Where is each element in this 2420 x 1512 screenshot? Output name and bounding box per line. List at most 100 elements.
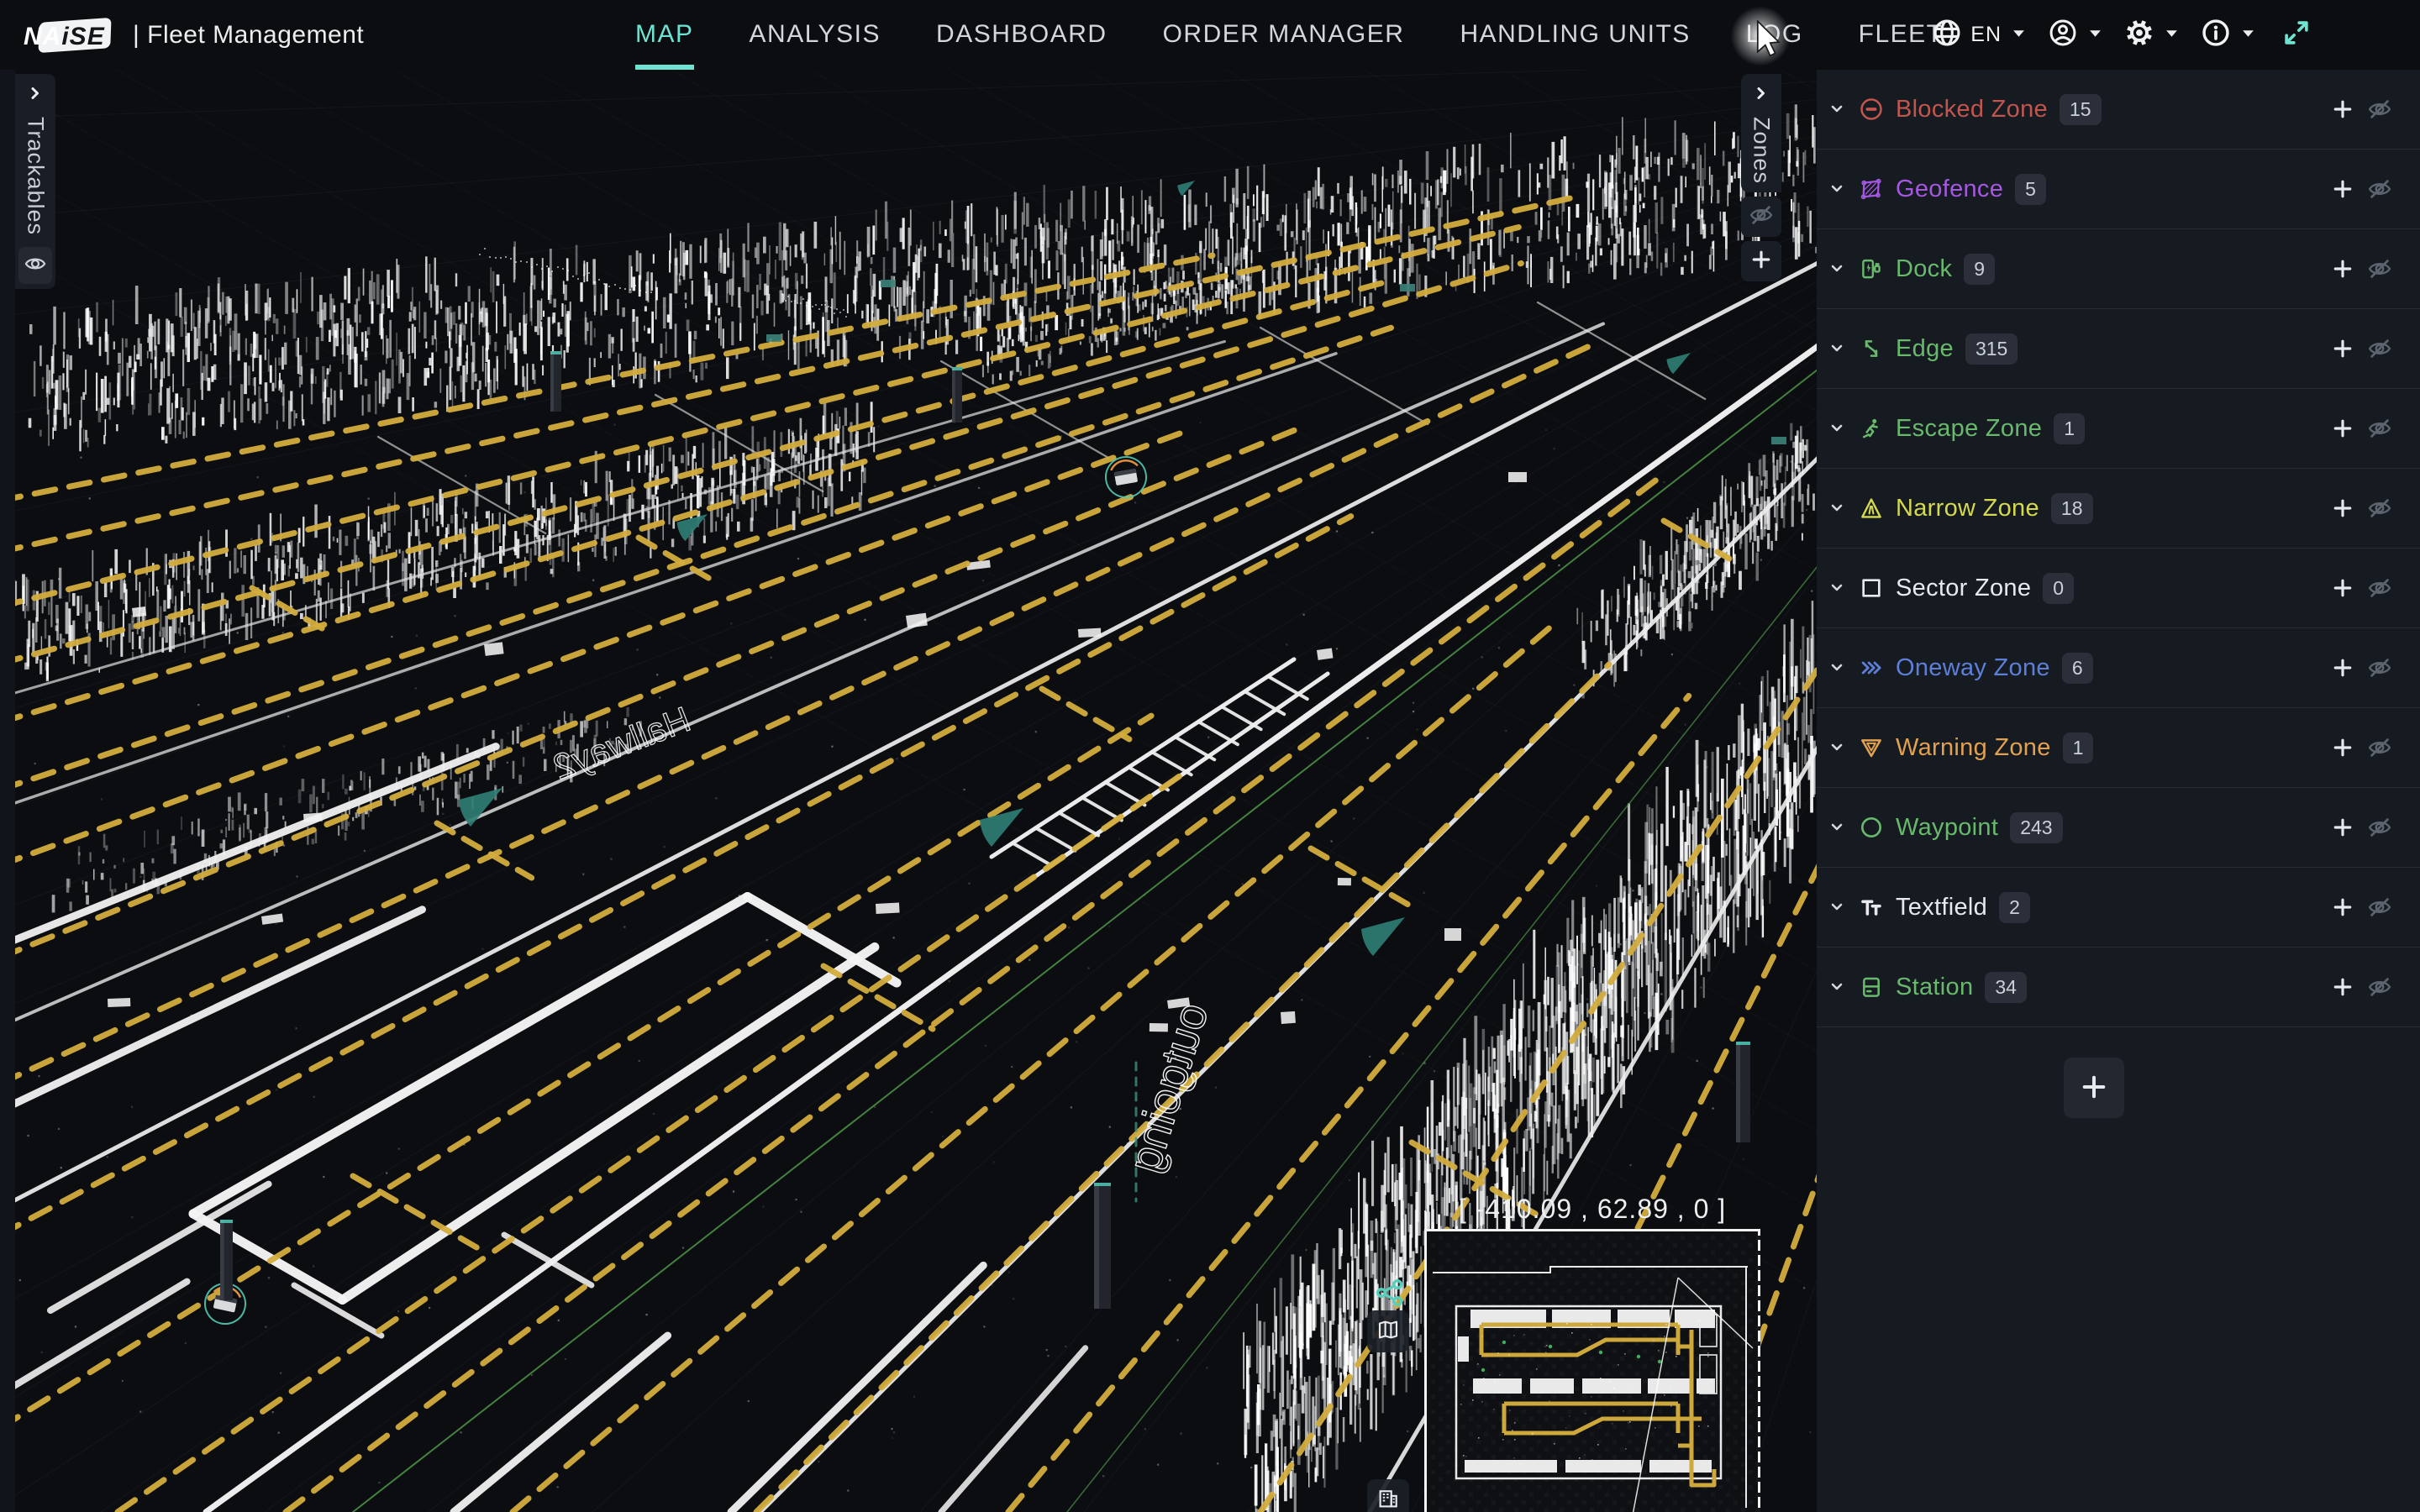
share-nodes-button[interactable]	[1373, 1276, 1407, 1308]
zone-add-button[interactable]	[2324, 975, 2361, 999]
station-icon	[1857, 973, 1886, 1001]
zone-add-button[interactable]	[2324, 736, 2361, 759]
zone-row-oneway-zone[interactable]: Oneway Zone 6	[1817, 628, 2420, 708]
language-globe-control[interactable]: EN	[1927, 18, 2031, 52]
zone-add-button[interactable]	[2324, 496, 2361, 520]
zone-visibility-button[interactable]	[2361, 815, 2398, 840]
row-expand-chevron-down-icon[interactable]	[1823, 259, 1852, 279]
row-expand-chevron-down-icon[interactable]	[1823, 578, 1852, 598]
nav-tab-handling-units[interactable]: HANDLING UNITS	[1460, 0, 1690, 70]
zone-row-textfield[interactable]: Textfield 2	[1817, 868, 2420, 948]
zone-count-badge: 1	[2054, 413, 2085, 444]
add-zone-type-button[interactable]	[2064, 1058, 2124, 1118]
zone-type-label: Geofence	[1896, 176, 2003, 203]
zone-visibility-button[interactable]	[2361, 336, 2398, 361]
dock-icon	[1857, 255, 1886, 283]
left-edge-strip	[0, 70, 15, 1512]
zone-type-label: Escape Zone	[1896, 415, 2042, 443]
zone-visibility-button[interactable]	[2361, 655, 2398, 680]
zones-panel-label: Zones	[1749, 113, 1775, 192]
zone-row-waypoint[interactable]: Waypoint 243	[1817, 788, 2420, 868]
nav-tab-dashboard[interactable]: DASHBOARD	[936, 0, 1107, 70]
zone-type-label: Waypoint	[1896, 814, 1998, 842]
zone-visibility-button[interactable]	[2361, 575, 2398, 601]
zones-visibility-button[interactable]	[1741, 197, 1781, 237]
zone-count-badge: 243	[2010, 812, 2062, 843]
zone-row-sector-zone[interactable]: Sector Zone 0	[1817, 549, 2420, 628]
zone-row-narrow-zone[interactable]: Narrow Zone 18	[1817, 469, 2420, 549]
zone-count-badge: 2	[1999, 892, 2030, 923]
zone-row-warning-zone[interactable]: Warning Zone 1	[1817, 708, 2420, 788]
zone-visibility-button[interactable]	[2361, 256, 2398, 281]
zone-add-button[interactable]	[2324, 97, 2361, 121]
zone-row-edge[interactable]: Edge 315	[1817, 309, 2420, 389]
zones-add-button[interactable]	[1741, 241, 1781, 281]
row-expand-chevron-down-icon[interactable]	[1823, 977, 1852, 997]
user-icon	[2048, 18, 2078, 52]
row-expand-chevron-down-icon[interactable]	[1823, 498, 1852, 518]
zone-type-label: Blocked Zone	[1896, 96, 2048, 123]
brand: NAiSE | Fleet Management	[24, 0, 364, 70]
folded-map-icon	[1376, 1317, 1401, 1347]
zone-type-label: Oneway Zone	[1896, 654, 2050, 682]
nav-tab-log[interactable]: LOG	[1746, 0, 1803, 70]
zone-count-badge: 34	[1985, 972, 2027, 1003]
minimap[interactable]	[1424, 1229, 1760, 1512]
zone-add-button[interactable]	[2324, 177, 2361, 201]
zones-panel-tab[interactable]: Zones	[1741, 74, 1781, 192]
zone-add-button[interactable]	[2324, 257, 2361, 281]
nav-tab-map[interactable]: MAP	[635, 0, 694, 70]
zone-add-button[interactable]	[2324, 816, 2361, 839]
row-expand-chevron-down-icon[interactable]	[1823, 658, 1852, 678]
nav-tab-analysis[interactable]: ANALYSIS	[750, 0, 881, 70]
nav-tab-order-manager[interactable]: ORDER MANAGER	[1163, 0, 1405, 70]
zones-panel-tab-stack: Zones	[1741, 74, 1781, 281]
trackables-panel-tab[interactable]: Trackables	[15, 74, 55, 289]
row-expand-chevron-down-icon[interactable]	[1823, 339, 1852, 359]
zone-add-button[interactable]	[2324, 895, 2361, 919]
row-expand-chevron-down-icon[interactable]	[1823, 897, 1852, 917]
zone-visibility-button[interactable]	[2361, 735, 2398, 760]
zone-visibility-button[interactable]	[2361, 974, 2398, 1000]
zone-add-button[interactable]	[2324, 417, 2361, 440]
zone-row-geofence[interactable]: Geofence 5	[1817, 150, 2420, 229]
zone-add-button[interactable]	[2324, 337, 2361, 360]
app-title: | Fleet Management	[133, 21, 364, 50]
zone-visibility-button[interactable]	[2361, 176, 2398, 202]
chevron-right-icon	[25, 84, 45, 108]
row-expand-chevron-down-icon[interactable]	[1823, 99, 1852, 119]
zone-visibility-button[interactable]	[2361, 416, 2398, 441]
account-control[interactable]	[2043, 18, 2107, 52]
top-nav: NAiSE | Fleet Management MAP ANALYSIS DASH…	[0, 0, 2420, 70]
map-viewport[interactable]: Hallway2outgoing Trackables Zones [ -410…	[0, 70, 1817, 1512]
zone-row-station[interactable]: Station 34	[1817, 948, 2420, 1027]
zone-row-escape-zone[interactable]: Escape Zone 1	[1817, 389, 2420, 469]
building-icon	[1376, 1486, 1401, 1512]
chevron-down-icon	[2012, 28, 2026, 43]
trackables-visibility-button[interactable]	[18, 247, 52, 284]
info-control[interactable]	[2196, 18, 2260, 52]
zone-visibility-button[interactable]	[2361, 97, 2398, 122]
sector-icon	[1857, 574, 1886, 602]
plus-icon	[1749, 248, 1773, 276]
zone-row-blocked-zone[interactable]: Blocked Zone 15	[1817, 70, 2420, 150]
nav-tabs: MAP ANALYSIS DASHBOARD ORDER MANAGER HANDLIN…	[635, 0, 1944, 70]
zone-add-button[interactable]	[2324, 576, 2361, 600]
zone-visibility-button[interactable]	[2361, 895, 2398, 920]
fullscreen-button[interactable]	[2281, 17, 2312, 53]
map-style-button[interactable]	[1367, 1310, 1409, 1352]
narrow-icon	[1857, 494, 1886, 522]
settings-control[interactable]	[2119, 18, 2184, 52]
zone-add-button[interactable]	[2324, 656, 2361, 680]
chevron-right-icon	[1751, 84, 1771, 108]
row-expand-chevron-down-icon[interactable]	[1823, 817, 1852, 837]
building-levels-button[interactable]	[1367, 1479, 1409, 1512]
row-expand-chevron-down-icon[interactable]	[1823, 738, 1852, 758]
row-expand-chevron-down-icon[interactable]	[1823, 418, 1852, 438]
zone-visibility-button[interactable]	[2361, 496, 2398, 521]
zone-row-dock[interactable]: Dock 9	[1817, 229, 2420, 309]
zone-count-badge: 315	[1965, 333, 2018, 365]
waypoint-icon	[1857, 813, 1886, 842]
zone-type-label: Edge	[1896, 335, 1954, 363]
row-expand-chevron-down-icon[interactable]	[1823, 179, 1852, 199]
